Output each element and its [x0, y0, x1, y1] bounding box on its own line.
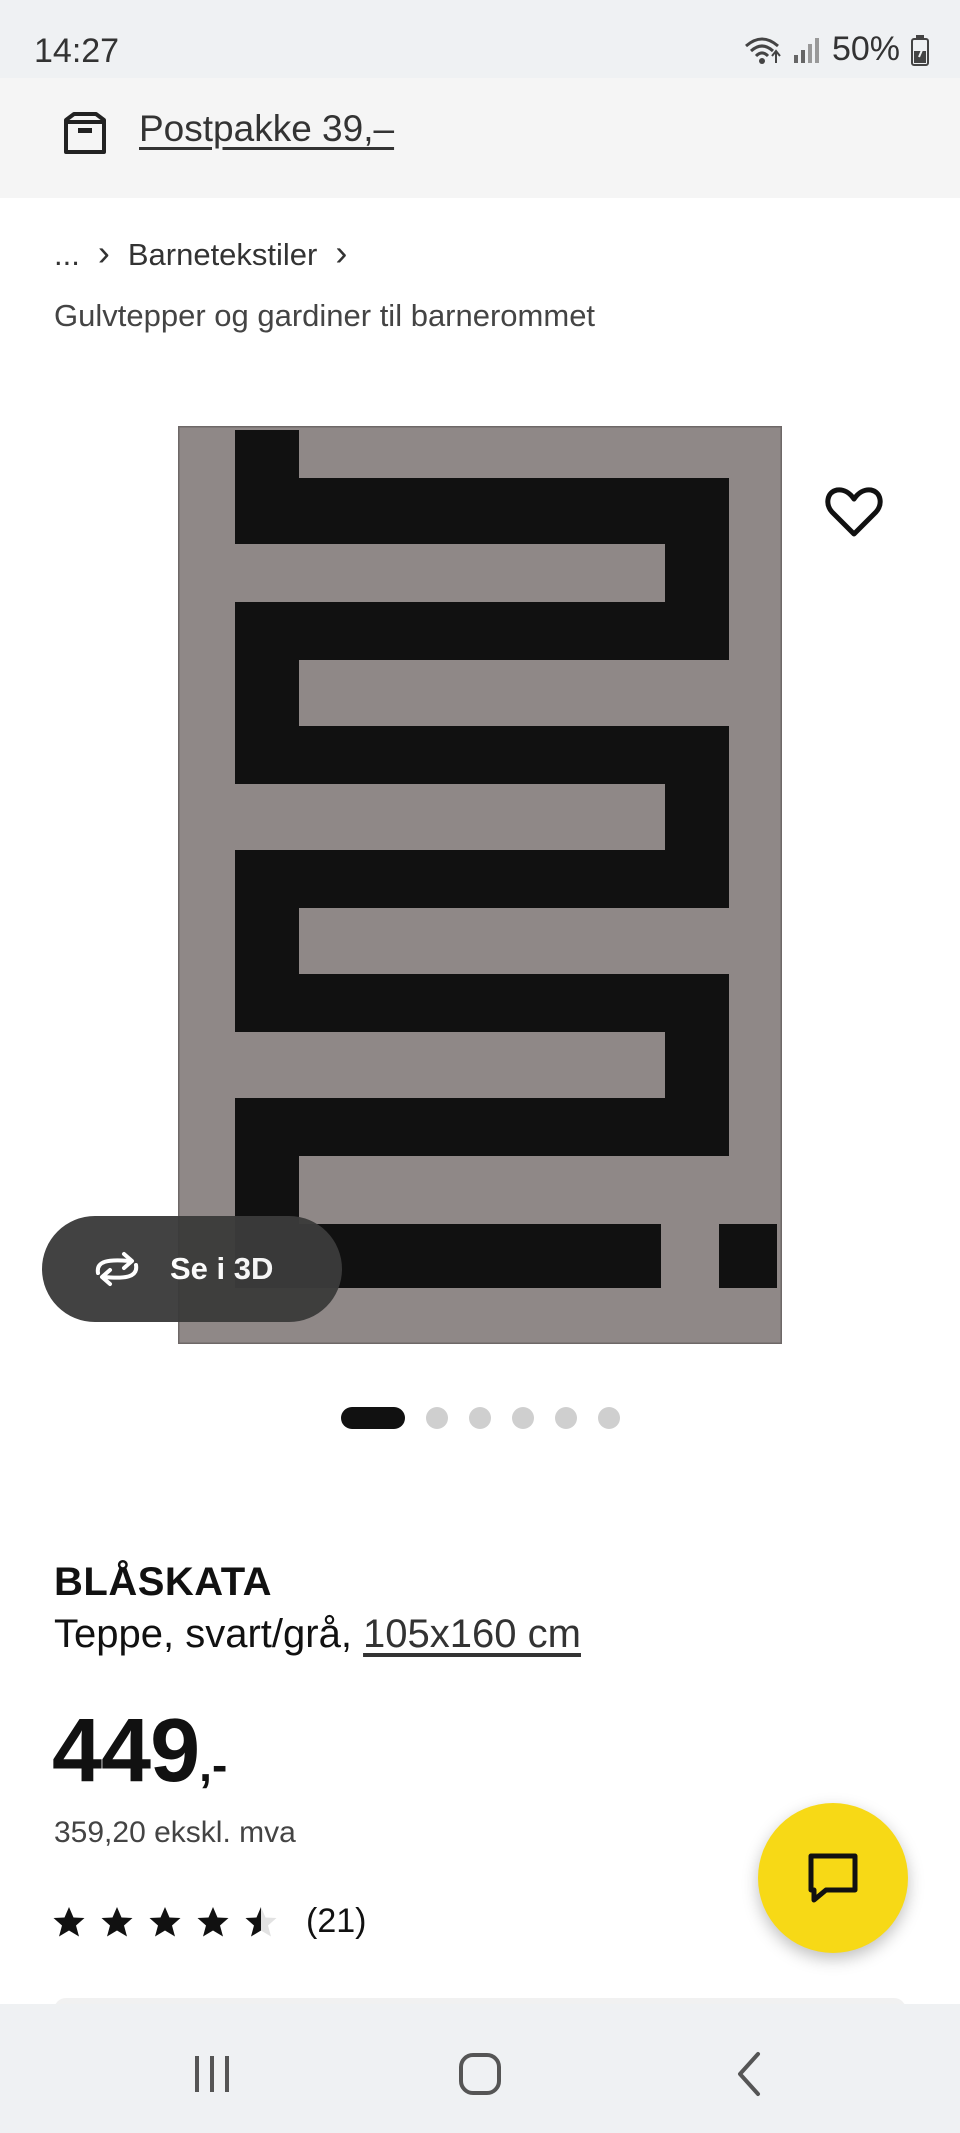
star-icon: [53, 1906, 85, 1936]
breadcrumb-category[interactable]: Barnetekstiler: [128, 237, 318, 273]
carousel-indicator: [0, 1407, 960, 1429]
review-count: (21): [306, 1902, 367, 1940]
home-icon[interactable]: [450, 2044, 510, 2104]
star-half-icon: [245, 1906, 277, 1936]
star-icon: [101, 1906, 133, 1936]
battery-percent: 50%: [831, 30, 900, 68]
status-bar: 14:27 50%: [0, 0, 960, 78]
back-icon[interactable]: [720, 2044, 780, 2104]
product-rating[interactable]: (21): [52, 1902, 366, 1941]
rotate-3d-icon: [95, 1252, 139, 1286]
breadcrumb-ellipsis[interactable]: ...: [54, 237, 80, 273]
breadcrumb: ... › Barnetekstiler ›: [54, 232, 347, 274]
chevron-right-icon: ›: [97, 232, 110, 273]
system-navigation-bar: [0, 2004, 960, 2133]
price-suffix: ,-: [199, 1739, 228, 1791]
carousel-dot[interactable]: [511, 1407, 534, 1429]
signal-icon: [793, 37, 819, 63]
product-type: Teppe, svart/grå,: [54, 1612, 364, 1656]
carousel-dot[interactable]: [597, 1407, 620, 1429]
recent-apps-icon[interactable]: [182, 2044, 242, 2104]
view-in-3d-label: Se i 3D: [170, 1251, 274, 1286]
carousel-dot[interactable]: [340, 1407, 405, 1429]
product-name: BLÅSKATA: [54, 1560, 273, 1604]
chat-icon: [808, 1853, 858, 1903]
rating-stars: [52, 1905, 278, 1939]
price-amount: 449: [52, 1701, 200, 1801]
product-image: [178, 426, 782, 1344]
status-icons: 50%: [742, 30, 930, 69]
product-description: Teppe, svart/grå, 105x160 cm: [54, 1612, 581, 1657]
chevron-right-icon: ›: [335, 232, 348, 273]
battery-icon: [911, 34, 929, 66]
breadcrumb-subcategory[interactable]: Gulvtepper og gardiner til barnerommet: [54, 298, 595, 334]
carousel-dot[interactable]: [554, 1407, 577, 1429]
star-icon: [197, 1906, 229, 1936]
delivery-box-icon: [64, 112, 106, 154]
product-price: 449 ,-: [52, 1700, 227, 1803]
product-size-link[interactable]: 105x160 cm: [363, 1612, 581, 1656]
wifi-icon: [744, 37, 781, 64]
chat-button[interactable]: [758, 1803, 908, 1953]
carousel-dot[interactable]: [468, 1407, 491, 1429]
delivery-link[interactable]: Postpakke 39,–: [139, 108, 394, 150]
carousel-dot[interactable]: [425, 1407, 448, 1429]
delivery-banner[interactable]: Postpakke 39,–: [0, 78, 960, 198]
heart-icon[interactable]: [822, 480, 886, 544]
view-in-3d-button[interactable]: Se i 3D: [42, 1216, 342, 1322]
price-excl-vat: 359,20 ekskl. mva: [54, 1816, 296, 1849]
star-icon: [149, 1906, 181, 1936]
status-time: 14:27: [34, 32, 120, 70]
